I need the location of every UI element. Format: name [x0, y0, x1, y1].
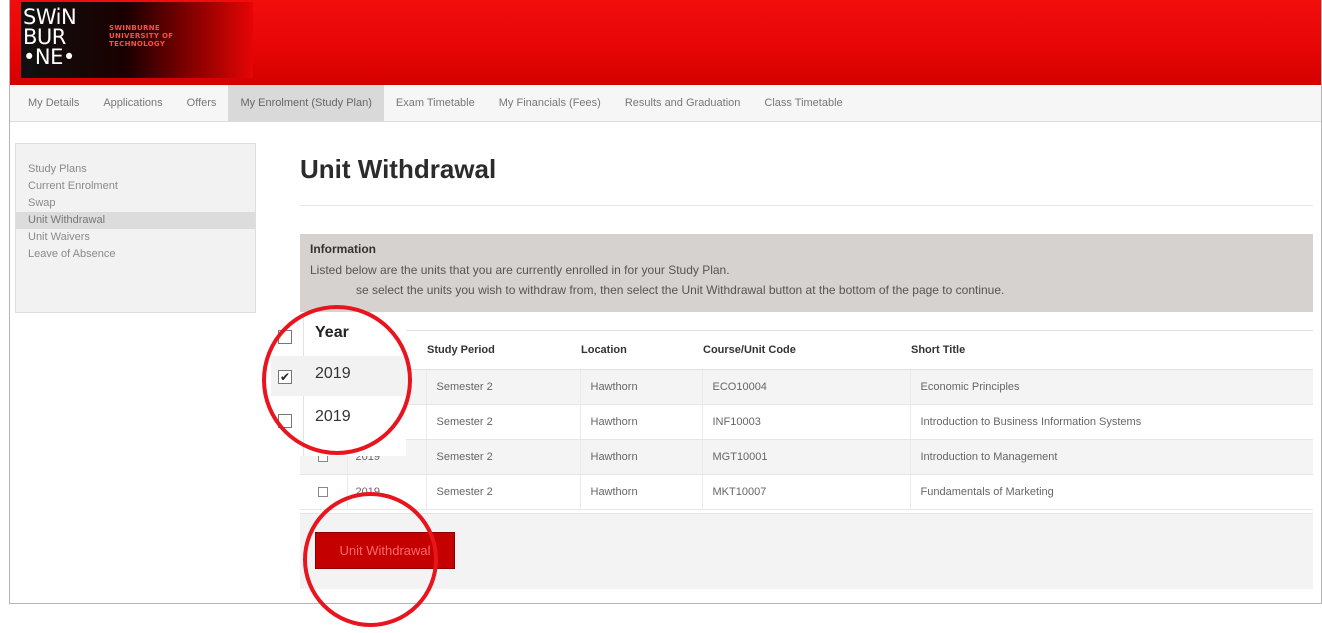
cell-location: Hawthorn	[579, 404, 702, 440]
cell-location: Hawthorn	[579, 474, 702, 510]
table-row: 2019 Semester 2 Hawthorn MKT10007 Fundam…	[300, 474, 1313, 510]
logo-wordmark: SWINBURNE UNIVERSITY OF TECHNOLOGY	[109, 24, 173, 48]
cell-unit-code: INF10003	[701, 404, 910, 440]
cell-short-title: Fundamentals of Marketing	[909, 474, 1313, 510]
callout-year: 2019	[315, 408, 351, 425]
table-row: 2019 Semester 2 Hawthorn MGT10001 Introd…	[300, 439, 1313, 475]
cell-study-period: Semester 2	[425, 404, 580, 440]
site-header: SWiN BUR •NE• SWINBURNE UNIVERSITY OF TE…	[10, 0, 1321, 85]
row-checkbox-cell	[300, 474, 347, 510]
logo-mark: SWiN BUR •NE•	[23, 7, 103, 73]
cell-year: 2019	[346, 474, 426, 510]
logo-mark-line-2: BUR	[23, 25, 66, 49]
cell-unit-code: ECO10004	[701, 369, 910, 405]
cell-location: Hawthorn	[579, 439, 702, 475]
header-location: Location	[580, 330, 702, 370]
cell-short-title: Introduction to Management	[909, 439, 1313, 475]
callout-year: 2019	[315, 365, 351, 382]
cell-study-period: Semester 2	[425, 369, 580, 405]
cell-unit-code: MGT10001	[701, 439, 910, 475]
nav-offers[interactable]: Offers	[175, 85, 229, 121]
page-title: Unit Withdrawal	[300, 154, 497, 184]
sidebar-item-unit-withdrawal[interactable]: Unit Withdrawal	[16, 212, 255, 229]
header-short-title: Short Title	[910, 330, 1313, 370]
callout-checked-checkbox[interactable]: ✔	[278, 370, 292, 384]
sidebar-item-study-plans[interactable]: Study Plans	[16, 161, 255, 178]
information-line-2: se select the units you wish to withdraw…	[356, 283, 1005, 297]
nav-class-timetable[interactable]: Class Timetable	[752, 85, 854, 121]
cell-short-title: Economic Principles	[909, 369, 1313, 405]
table-header-row: Year Study Period Location Course/Unit C…	[300, 330, 1313, 370]
top-navigation: My Details Applications Offers My Enrolm…	[10, 85, 1321, 122]
nav-applications[interactable]: Applications	[91, 85, 174, 121]
callout-row: 2019	[271, 396, 406, 436]
magnified-checkbox-callout: Year ✔ 2019 2019	[271, 316, 406, 456]
logo-name-line-2: UNIVERSITY OF	[109, 32, 174, 40]
callout-row: ✔ 2019	[271, 356, 406, 396]
information-panel: Information Listed below are the units t…	[300, 234, 1313, 312]
logo-name-line-1: SWINBURNE	[109, 24, 160, 32]
row-checkbox[interactable]	[318, 487, 328, 497]
header-unit-code: Course/Unit Code	[702, 330, 910, 370]
table-row: 2019 Semester 2 Hawthorn INF10003 Introd…	[300, 404, 1313, 440]
logo-mark-line-1: SWiN	[23, 5, 77, 29]
nav-my-financials[interactable]: My Financials (Fees)	[487, 85, 613, 121]
nav-exam-timetable[interactable]: Exam Timetable	[384, 85, 487, 121]
cell-unit-code: MKT10007	[701, 474, 910, 510]
information-line-1: Listed below are the units that you are …	[310, 263, 730, 277]
callout-year-header: Year	[315, 324, 349, 341]
unit-withdrawal-button[interactable]: Unit Withdrawal	[315, 532, 455, 569]
sidebar-item-swap[interactable]: Swap	[16, 195, 255, 212]
nav-my-enrolment[interactable]: My Enrolment (Study Plan)	[228, 85, 384, 121]
cell-location: Hawthorn	[579, 369, 702, 405]
title-divider	[300, 205, 1313, 206]
callout-header-row: Year	[271, 316, 406, 356]
sidebar-item-leave-of-absence[interactable]: Leave of Absence	[16, 246, 255, 263]
table-row: 2019 Semester 2 Hawthorn ECO10004 Econom…	[300, 369, 1313, 405]
cell-short-title: Introduction to Business Information Sys…	[909, 404, 1313, 440]
cell-study-period: Semester 2	[425, 439, 580, 475]
enrolled-units-table: Year Study Period Location Course/Unit C…	[300, 330, 1313, 510]
callout-select-all-checkbox[interactable]	[278, 330, 292, 344]
nav-my-details[interactable]: My Details	[10, 85, 91, 121]
sidebar-item-current-enrolment[interactable]: Current Enrolment	[16, 178, 255, 195]
nav-results-graduation[interactable]: Results and Graduation	[613, 85, 753, 121]
information-heading: Information	[310, 242, 376, 256]
sidebar-item-unit-waivers[interactable]: Unit Waivers	[16, 229, 255, 246]
callout-unchecked-checkbox[interactable]	[278, 414, 292, 428]
logo-mark-line-3: •NE•	[23, 45, 75, 69]
university-logo[interactable]: SWiN BUR •NE• SWINBURNE UNIVERSITY OF TE…	[21, 2, 253, 78]
logo-name-line-3: TECHNOLOGY	[109, 40, 166, 48]
cell-study-period: Semester 2	[425, 474, 580, 510]
sidebar: Study Plans Current Enrolment Swap Unit …	[15, 143, 256, 313]
header-study-period: Study Period	[426, 330, 580, 370]
